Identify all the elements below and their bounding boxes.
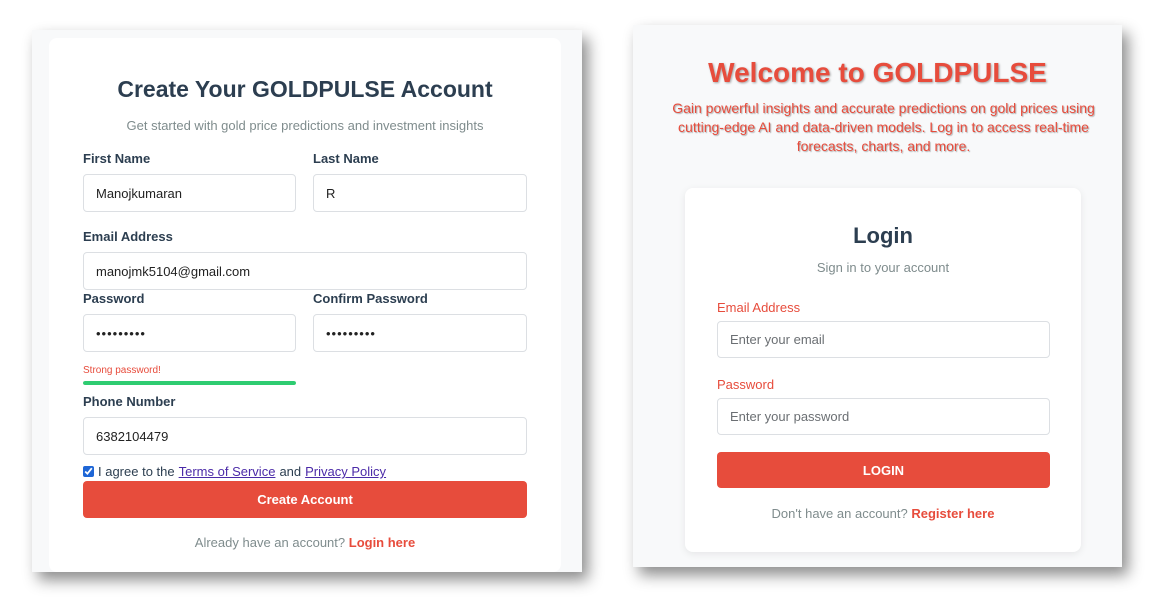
register-panel: Create Your GOLDPULSE Account Get starte… bbox=[32, 30, 582, 572]
register-subtitle: Get started with gold price predictions … bbox=[126, 118, 484, 133]
register-footer: Already have an account? Login here bbox=[49, 535, 561, 550]
password-input[interactable] bbox=[83, 314, 296, 352]
login-title: Login bbox=[853, 223, 913, 248]
register-footer-text: Already have an account? bbox=[194, 535, 346, 550]
first-name-label: First Name bbox=[83, 151, 151, 166]
login-panel: Welcome to GOLDPULSE Gain powerful insig… bbox=[633, 25, 1122, 567]
terms-agreement: I agree to the Terms of Service and Priv… bbox=[83, 464, 390, 479]
agree-prefix-text: I agree to the bbox=[98, 464, 175, 479]
agree-and-text: and bbox=[279, 464, 302, 479]
password-strength-fill bbox=[83, 381, 296, 385]
password-strength-text: Strong password! bbox=[83, 365, 161, 376]
last-name-label: Last Name bbox=[313, 151, 379, 166]
register-card: Create Your GOLDPULSE Account Get starte… bbox=[49, 38, 561, 572]
last-name-input[interactable] bbox=[313, 174, 527, 212]
login-footer: Don't have an account? Register here bbox=[685, 506, 1081, 521]
phone-input[interactable] bbox=[83, 417, 527, 455]
welcome-description: Gain powerful insights and accurate pred… bbox=[672, 100, 1095, 154]
email-label: Email Address bbox=[83, 229, 173, 244]
password-label: Password bbox=[83, 291, 145, 306]
login-subtitle: Sign in to your account bbox=[816, 260, 950, 275]
welcome-title: Welcome to GOLDPULSE bbox=[708, 57, 1047, 88]
login-card: Login Sign in to your account Email Addr… bbox=[685, 188, 1081, 552]
login-footer-text: Don't have an account? bbox=[771, 506, 908, 521]
create-account-button[interactable]: Create Account bbox=[83, 481, 527, 518]
privacy-policy-link[interactable]: Privacy Policy bbox=[305, 464, 386, 479]
login-email-label: Email Address bbox=[717, 300, 801, 315]
register-title: Create Your GOLDPULSE Account bbox=[117, 76, 493, 102]
phone-label: Phone Number bbox=[83, 394, 176, 409]
login-button[interactable]: LOGIN bbox=[717, 452, 1050, 488]
login-password-input[interactable] bbox=[717, 398, 1050, 435]
login-password-label: Password bbox=[717, 377, 775, 392]
confirm-password-input[interactable] bbox=[313, 314, 527, 352]
terms-checkbox[interactable] bbox=[83, 466, 94, 477]
register-here-link[interactable]: Register here bbox=[911, 506, 994, 521]
password-strength-bar bbox=[83, 381, 296, 385]
terms-of-service-link[interactable]: Terms of Service bbox=[179, 464, 276, 479]
login-here-link[interactable]: Login here bbox=[349, 535, 415, 550]
first-name-input[interactable] bbox=[83, 174, 296, 212]
confirm-password-label: Confirm Password bbox=[313, 291, 428, 306]
email-input[interactable] bbox=[83, 252, 527, 290]
login-email-input[interactable] bbox=[717, 321, 1050, 358]
